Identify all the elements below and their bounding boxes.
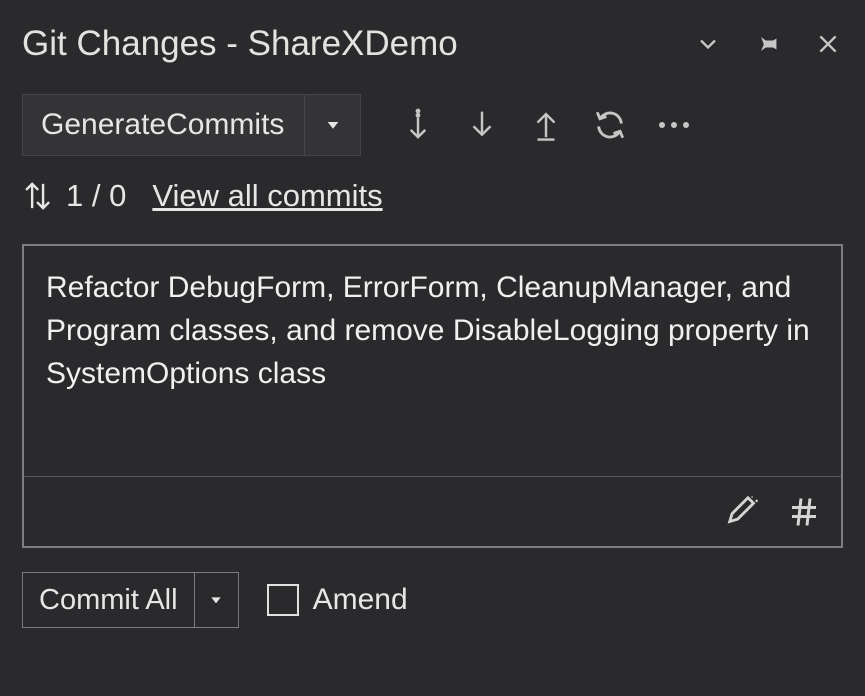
git-changes-panel: Git Changes - ShareXDemo GenerateCommits	[0, 0, 865, 696]
amend-label: Amend	[313, 583, 408, 617]
branch-toolbar: GenerateCommits	[22, 94, 843, 156]
amend-checkbox[interactable]: Amend	[267, 583, 408, 617]
sync-icon[interactable]	[593, 108, 627, 142]
view-all-commits-link[interactable]: View all commits	[152, 178, 382, 214]
commit-all-label: Commit All	[23, 584, 194, 617]
outgoing-incoming-count: 1 / 0	[66, 178, 126, 214]
commit-message-toolbar	[24, 476, 841, 546]
commit-all-button[interactable]: Commit All	[22, 572, 239, 628]
push-icon[interactable]	[529, 108, 563, 142]
branch-dropdown-caret[interactable]	[304, 95, 360, 155]
panel-title: Git Changes - ShareXDemo	[22, 24, 693, 64]
title-bar: Git Changes - ShareXDemo	[22, 24, 843, 64]
pull-icon[interactable]	[465, 108, 499, 142]
outgoing-incoming-icon	[22, 179, 52, 213]
sync-status-row: 1 / 0 View all commits	[22, 178, 843, 214]
commit-actions-row: Commit All Amend	[22, 572, 843, 628]
pin-icon[interactable]	[753, 29, 783, 59]
commit-message-box: Refactor DebugForm, ErrorForm, CleanupMa…	[22, 244, 843, 548]
hash-icon[interactable]	[785, 493, 823, 531]
fetch-icon[interactable]	[401, 108, 435, 142]
commit-dropdown-caret[interactable]	[194, 573, 238, 627]
close-icon[interactable]	[813, 29, 843, 59]
branch-name: GenerateCommits	[23, 108, 304, 142]
branch-selector[interactable]: GenerateCommits	[22, 94, 361, 156]
amend-checkbox-box	[267, 584, 299, 616]
title-bar-actions	[693, 29, 843, 59]
branch-actions	[401, 108, 691, 142]
chevron-down-icon[interactable]	[693, 29, 723, 59]
commit-message-input[interactable]: Refactor DebugForm, ErrorForm, CleanupMa…	[24, 246, 841, 476]
more-icon[interactable]	[657, 108, 691, 142]
ai-generate-icon[interactable]	[725, 493, 763, 531]
